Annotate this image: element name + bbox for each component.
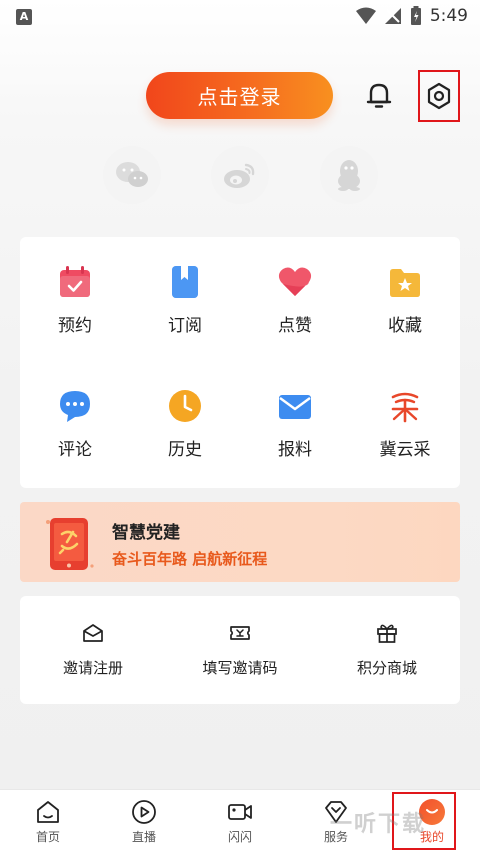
grid-item-likes[interactable]: 点赞 [240, 264, 350, 336]
grid-item-label: 订阅 [168, 316, 202, 336]
signal-icon [384, 8, 401, 24]
action-label: 积分商城 [356, 659, 417, 677]
jiyuncai-logo-icon [391, 392, 419, 423]
enter-invite-code-button[interactable]: 填写邀请码 [167, 622, 313, 678]
nav-label: 闪闪 [227, 830, 252, 844]
smart-party-banner[interactable]: 智慧党建 奋斗百年路 启航新征程 [20, 502, 460, 582]
action-label: 邀请注册 [62, 659, 123, 677]
gift-icon [377, 624, 397, 643]
banner-title: 智慧党建 [112, 523, 180, 543]
play-icon [132, 800, 156, 824]
status-bar: A 5:49 [0, 0, 480, 34]
clock-icon [169, 390, 201, 422]
invite-actions-card: 邀请注册 填写邀请码 积分商城 [20, 596, 460, 704]
heart-icon [278, 267, 312, 296]
folder-star-icon [390, 269, 420, 297]
wifi-icon [355, 7, 376, 24]
status-time: 5:49 [429, 6, 468, 26]
status-icons: 5:49 [355, 6, 468, 26]
grid-item-history[interactable]: 历史 [130, 388, 240, 460]
invite-register-button[interactable]: 邀请注册 [20, 622, 166, 678]
grid-item-label: 预约 [58, 316, 92, 336]
nav-label: 首页 [35, 830, 60, 844]
settings-icon [427, 82, 451, 110]
grid-item-favorites[interactable]: 收藏 [350, 264, 460, 336]
home-icon [37, 801, 59, 823]
settings-button[interactable] [418, 70, 460, 122]
envelope-icon [83, 624, 103, 642]
points-mall-button[interactable]: 积分商城 [314, 622, 460, 678]
notification-app-icon: A [16, 9, 32, 25]
grid-item-jiyuncai[interactable]: 冀云采 [350, 388, 460, 460]
watermark: 一听下载 [330, 812, 427, 837]
weibo-icon [224, 163, 255, 188]
video-camera-icon [228, 804, 252, 820]
grid-item-label: 收藏 [388, 316, 422, 336]
nav-live[interactable]: 直播 [96, 790, 192, 854]
action-label: 填写邀请码 [202, 659, 278, 677]
nav-home[interactable]: 首页 [0, 790, 96, 854]
grid-item-label: 历史 [168, 440, 202, 460]
grid-item-comments[interactable]: 评论 [20, 388, 130, 460]
grid-item-label: 点赞 [278, 316, 312, 336]
mail-icon [279, 395, 311, 419]
bookmark-book-icon [172, 266, 198, 298]
grid-item-label: 报料 [278, 440, 312, 460]
banner-subtitle: 奋斗百年路 启航新征程 [112, 550, 268, 568]
feature-grid: 预约 订阅 点赞 收藏 评论 历史 报料 冀云采 [20, 237, 460, 488]
grid-item-label: 评论 [58, 440, 92, 460]
bell-icon [366, 83, 392, 108]
ticket-icon [230, 626, 250, 640]
nav-flash[interactable]: 闪闪 [192, 790, 288, 854]
weibo-login-button[interactable] [211, 146, 269, 204]
wechat-login-button[interactable] [103, 146, 161, 204]
comment-icon [60, 391, 90, 422]
party-phone-icon [46, 518, 94, 570]
qq-icon [338, 160, 360, 191]
nav-label: 直播 [131, 830, 156, 844]
wechat-icon [116, 162, 148, 187]
grid-item-label: 冀云采 [379, 440, 431, 460]
battery-icon [410, 6, 421, 25]
grid-item-reservation[interactable]: 预约 [20, 264, 130, 336]
notification-button[interactable] [362, 78, 396, 112]
calendar-icon [60, 266, 90, 297]
qq-login-button[interactable] [320, 146, 378, 204]
grid-item-report[interactable]: 报料 [240, 388, 350, 460]
login-button[interactable]: 点击登录 [146, 72, 333, 119]
grid-item-subscribe[interactable]: 订阅 [130, 264, 240, 336]
